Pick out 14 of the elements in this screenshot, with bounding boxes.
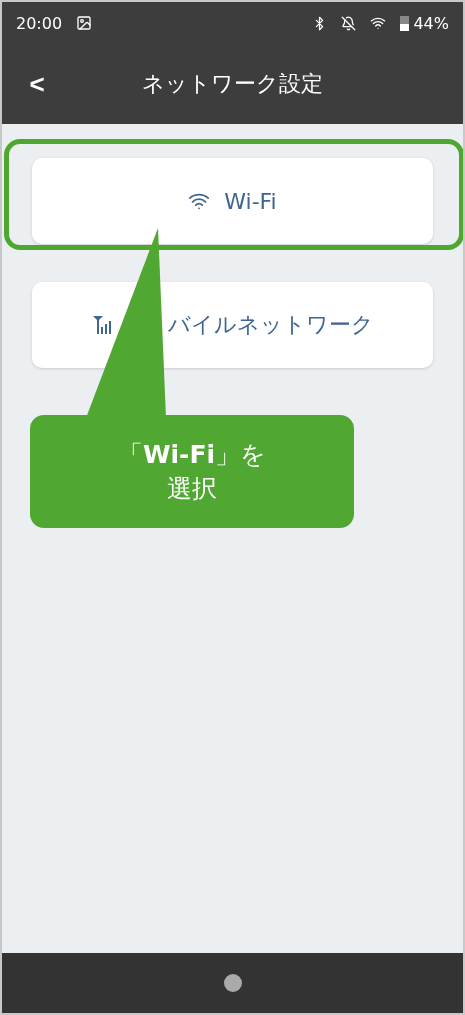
home-button[interactable] xyxy=(223,974,242,992)
battery-icon xyxy=(400,15,410,31)
image-icon xyxy=(76,15,93,31)
screen-title: ネットワーク設定 xyxy=(141,70,324,98)
battery-percent: 44% xyxy=(413,13,449,33)
signal-icon xyxy=(91,315,114,335)
back-button[interactable]: < xyxy=(22,68,52,100)
wifi-icon xyxy=(370,15,387,31)
clock-time: 20:00 xyxy=(16,13,63,33)
bell-off-icon xyxy=(341,15,357,31)
callout-text: 選択 xyxy=(167,472,217,505)
network-option[interactable]: Wi-Fi xyxy=(32,158,433,244)
network-option[interactable]: バイルネットワーク xyxy=(32,282,433,368)
callout-text: 「Wi-Fi」を xyxy=(117,438,267,471)
